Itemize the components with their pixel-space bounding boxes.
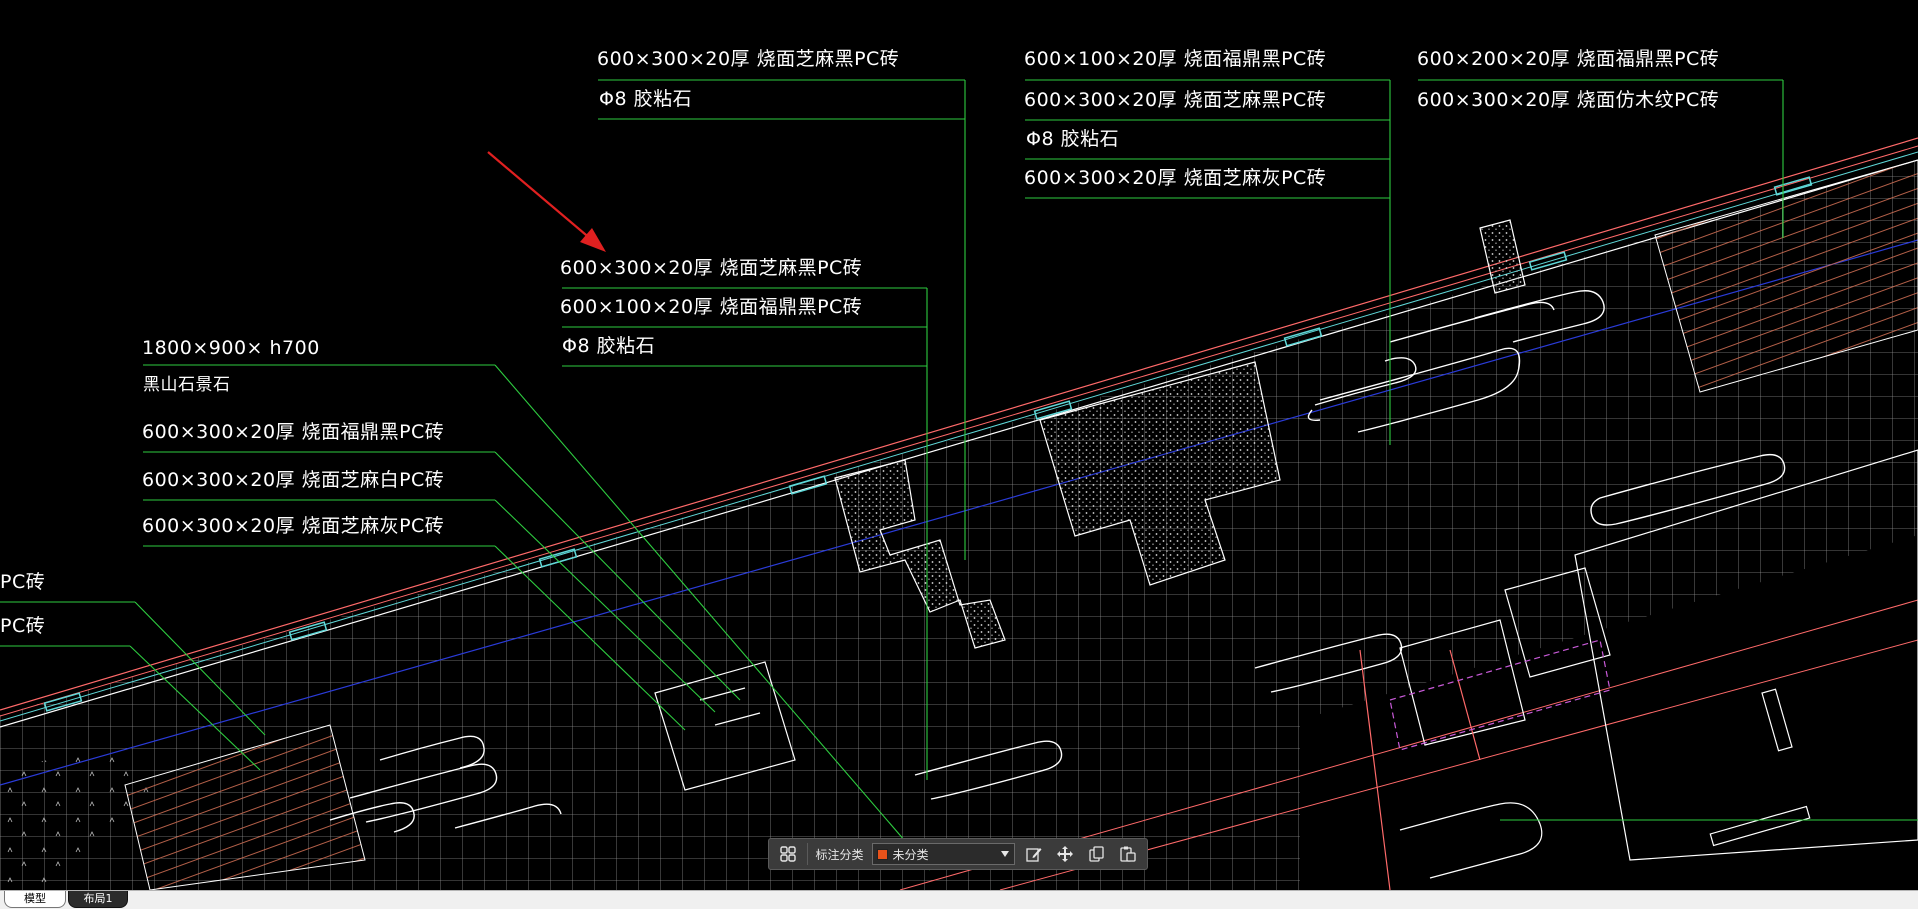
label-left-1: 1800×900× h700 <box>142 337 320 359</box>
chevron-down-icon <box>1000 847 1010 861</box>
annotation-toolbar: 标注分类 未分类 <box>768 838 1148 870</box>
label-top-b-1: 600×100×20厚 烧面福鼎黑PC砖 <box>1024 48 1326 70</box>
cad-model-space[interactable]: 600×300×20厚 烧面芝麻黑PC砖 Φ8 胶粘石 600×100×20厚 … <box>0 0 1918 890</box>
label-left-5: 600×300×20厚 烧面芝麻灰PC砖 <box>142 515 444 537</box>
category-value: 未分类 <box>892 847 929 862</box>
label-left-4: 600×300×20厚 烧面芝麻白PC砖 <box>142 469 444 491</box>
label-mid-2: 600×100×20厚 烧面福鼎黑PC砖 <box>560 296 862 318</box>
label-edge-2: PC砖 <box>0 615 45 637</box>
move-icon[interactable] <box>1052 841 1078 867</box>
label-edge-1: PC砖 <box>0 571 45 593</box>
label-left-3: 600×300×20厚 烧面福鼎黑PC砖 <box>142 421 444 443</box>
copy-icon[interactable] <box>1084 841 1110 867</box>
category-color-swatch <box>876 848 888 860</box>
tab-layout1[interactable]: 布局1 <box>68 891 128 908</box>
label-left-2: 黑山石景石 <box>143 375 231 395</box>
paste-icon[interactable] <box>1116 841 1142 867</box>
red-arrow <box>487 151 606 252</box>
layout-tab-bar: 模型 布局1 <box>0 890 1918 909</box>
label-top-a-2: Φ8 胶粘石 <box>599 88 692 110</box>
category-select[interactable]: 未分类 <box>871 843 1015 865</box>
edit-icon[interactable] <box>1021 841 1047 867</box>
label-top-b-4: 600×300×20厚 烧面芝麻灰PC砖 <box>1024 167 1326 189</box>
toolbar-divider <box>806 843 808 865</box>
label-mid-1: 600×300×20厚 烧面芝麻黑PC砖 <box>560 257 862 279</box>
label-top-c-1: 600×200×20厚 烧面福鼎黑PC砖 <box>1417 48 1719 70</box>
cad-drawing[interactable]: 600×300×20厚 烧面芝麻黑PC砖 Φ8 胶粘石 600×100×20厚 … <box>0 0 1918 890</box>
label-top-c-2: 600×300×20厚 烧面仿木纹PC砖 <box>1417 89 1719 111</box>
label-mid-3: Φ8 胶粘石 <box>562 335 655 357</box>
grid-icon[interactable] <box>775 841 801 867</box>
category-label: 标注分类 <box>815 847 864 862</box>
label-top-b-2: 600×300×20厚 烧面芝麻黑PC砖 <box>1024 89 1326 111</box>
tab-model[interactable]: 模型 <box>4 891 66 908</box>
label-top-a-1: 600×300×20厚 烧面芝麻黑PC砖 <box>597 48 899 70</box>
label-top-b-3: Φ8 胶粘石 <box>1026 128 1119 150</box>
